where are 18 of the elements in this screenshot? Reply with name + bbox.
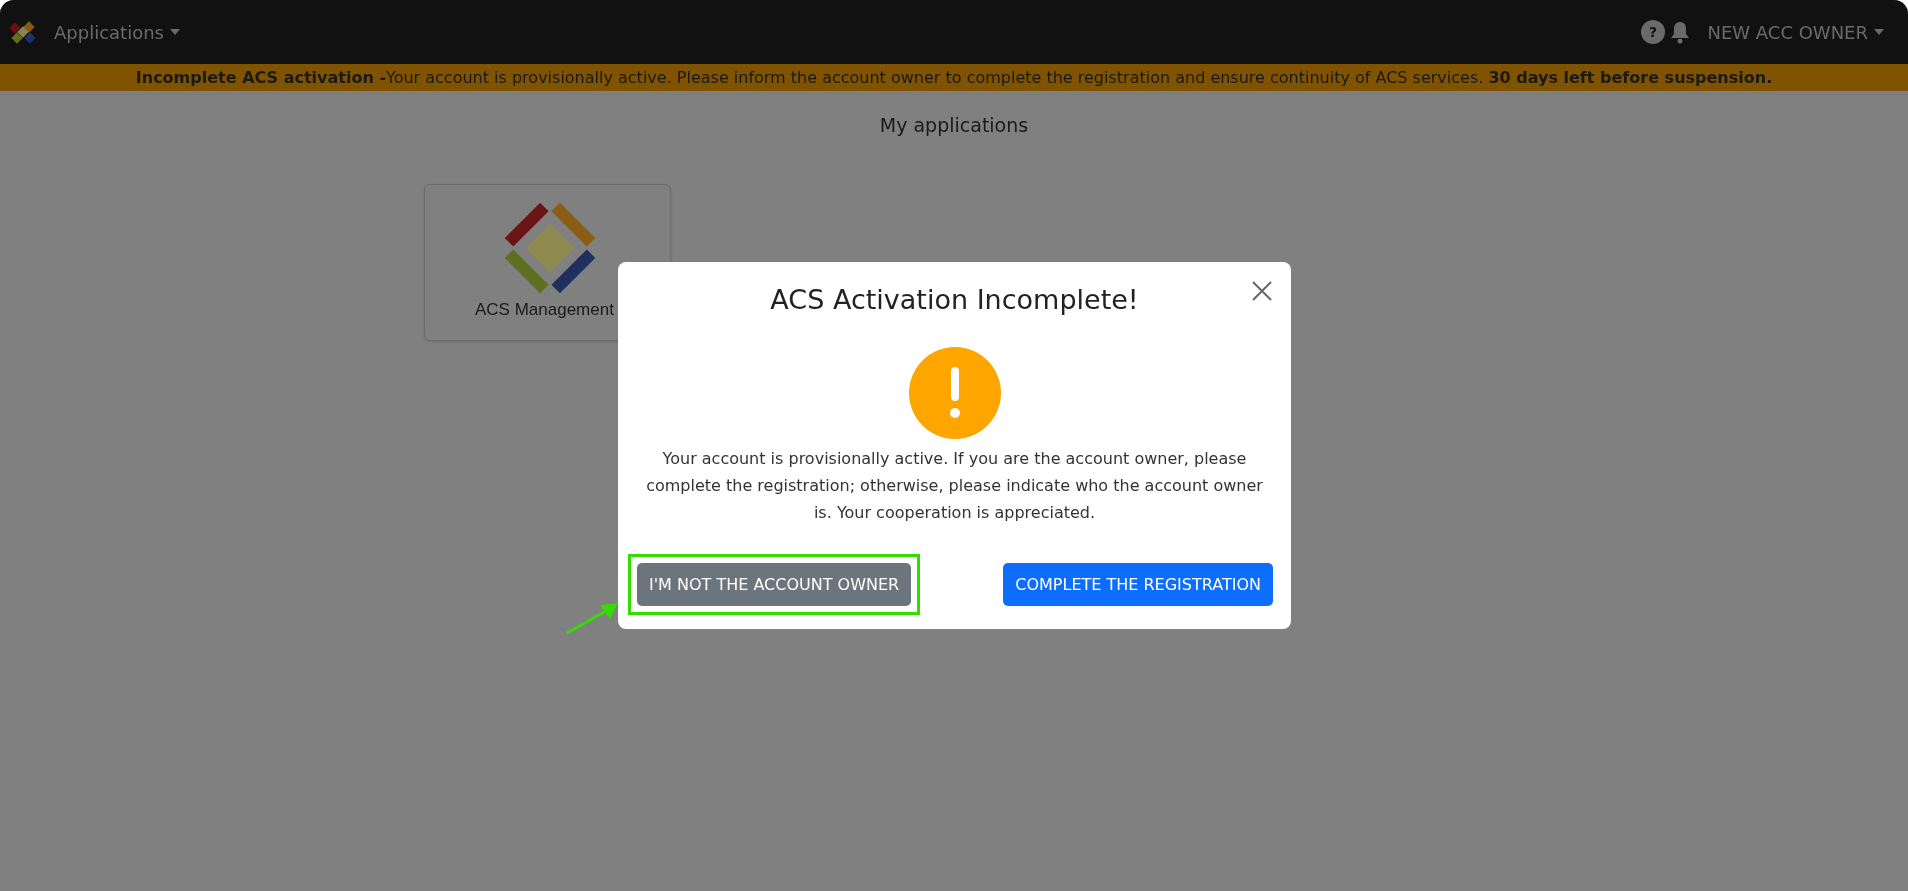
logo-icon[interactable] (10, 19, 36, 45)
user-menu[interactable]: NEW ACC OWNER (1707, 18, 1884, 46)
caret-icon (169, 29, 180, 35)
close-button[interactable] (1251, 280, 1273, 302)
caret-icon (1874, 29, 1884, 35)
not-owner-button[interactable]: I'M NOT THE ACCOUNT OWNER (637, 563, 912, 606)
page-title: My applications (879, 113, 1029, 138)
dialog-title: ACS Activation Incomplete! (770, 283, 1139, 317)
warning-icon (908, 346, 1001, 439)
application-name: ACS Management (475, 298, 614, 321)
banner-text: Incomplete ACS activation -Your account is provisionally active. Please inform the account owner to complete the registration and ensure continuity of ACS services. 30 days left before suspension. (135, 66, 1773, 89)
applications-menu[interactable]: Applications (54, 18, 180, 46)
complete-registration-button[interactable]: COMPLETE THE REGISTRATION (1003, 563, 1273, 606)
close-icon (1251, 280, 1273, 302)
help-icon[interactable]: ? (1641, 20, 1666, 44)
bell-icon[interactable] (1669, 20, 1692, 44)
dialog-message: Your account is provisionally active. If you are the account owner, please complete the registration; otherwise, please indicate who the account owner is. Your cooperation is appreciated. (645, 447, 1264, 524)
arrow-icon (566, 602, 620, 634)
